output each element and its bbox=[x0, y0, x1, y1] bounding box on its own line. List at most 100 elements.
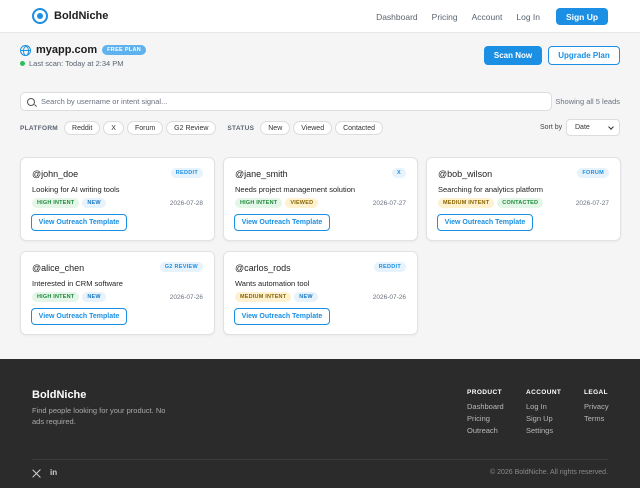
lead-need: Looking for AI writing tools bbox=[32, 185, 120, 194]
lead-username[interactable]: @carlos_rods bbox=[235, 263, 291, 273]
brand-name: BoldNiche bbox=[54, 10, 109, 22]
nav-link-account[interactable]: Account bbox=[472, 12, 503, 22]
scan-now-button[interactable]: Scan Now bbox=[484, 46, 542, 65]
footer-link-signup[interactable]: Sign Up bbox=[526, 414, 561, 423]
lead-date: 2026-07-27 bbox=[575, 200, 609, 207]
lead-count: Showing all 5 leads bbox=[555, 97, 620, 106]
view-outreach-template-button[interactable]: View Outreach Template bbox=[31, 214, 127, 231]
filter-chip-reddit[interactable]: Reddit bbox=[64, 121, 101, 135]
lead-need: Interested in CRM software bbox=[32, 279, 123, 288]
lead-date: 2026-07-28 bbox=[169, 200, 203, 207]
search-box[interactable] bbox=[20, 92, 552, 111]
source-badge: REDDIT bbox=[373, 262, 406, 272]
source-badge: G2 REVIEW bbox=[159, 262, 203, 272]
footer-link-terms[interactable]: Terms bbox=[584, 414, 609, 423]
plan-badge: FREE PLAN bbox=[102, 45, 147, 55]
status-dot-icon bbox=[20, 61, 25, 66]
filter-chip-x[interactable]: X bbox=[103, 121, 124, 135]
filter-chip-viewed[interactable]: Viewed bbox=[293, 121, 333, 135]
logo-icon bbox=[32, 8, 48, 24]
lead-tags: MEDIUM INTENT CONTACTED bbox=[438, 198, 546, 208]
footer-column-title: LEGAL bbox=[584, 389, 609, 396]
footer-link-settings[interactable]: Settings bbox=[526, 426, 561, 435]
sort-value: Date bbox=[575, 124, 590, 131]
source-badge: FORUM bbox=[577, 168, 609, 178]
status-badge: CONTACTED bbox=[497, 198, 544, 208]
lead-tags: MEDIUM INTENT NEW bbox=[235, 292, 321, 302]
intent-badge: HIGH INTENT bbox=[32, 292, 80, 302]
last-scan: Last scan: Today at 2:34 PM bbox=[20, 59, 124, 68]
view-outreach-template-button[interactable]: View Outreach Template bbox=[31, 308, 127, 325]
footer-link-outreach[interactable]: Outreach bbox=[467, 426, 504, 435]
view-outreach-template-button[interactable]: View Outreach Template bbox=[234, 308, 330, 325]
lead-username[interactable]: @jane_smith bbox=[235, 169, 288, 179]
filter-chip-contacted[interactable]: Contacted bbox=[335, 121, 384, 135]
sort-select[interactable]: Date bbox=[566, 119, 620, 136]
footer-column-product: PRODUCT Dashboard Pricing Outreach bbox=[467, 389, 504, 438]
search-icon bbox=[27, 97, 35, 106]
lead-need: Needs project management solution bbox=[235, 185, 356, 194]
status-filter-title: STATUS bbox=[227, 124, 255, 132]
status-badge: NEW bbox=[294, 292, 318, 302]
search-input[interactable] bbox=[41, 97, 521, 106]
footer: BoldNiche Find people looking for your p… bbox=[0, 359, 640, 488]
source-badge: X bbox=[392, 168, 406, 178]
nav-links: Dashboard Pricing Account Log In Sign Up bbox=[362, 8, 608, 25]
chevron-down-icon bbox=[608, 124, 614, 130]
footer-link-dashboard[interactable]: Dashboard bbox=[467, 402, 504, 411]
lead-card: @carlos_rods REDDIT Wants automation too… bbox=[223, 251, 418, 335]
view-outreach-template-button[interactable]: View Outreach Template bbox=[437, 214, 533, 231]
nav-link-dashboard[interactable]: Dashboard bbox=[376, 12, 418, 22]
intent-badge: MEDIUM INTENT bbox=[438, 198, 495, 208]
footer-brand: BoldNiche bbox=[32, 389, 87, 401]
lead-card: @alice_chen G2 REVIEW Interested in CRM … bbox=[20, 251, 215, 335]
lead-card: @bob_wilson FORUM Searching for analytic… bbox=[426, 157, 621, 241]
last-scan-text: Last scan: Today at 2:34 PM bbox=[29, 59, 124, 68]
footer-column-account: ACCOUNT Log In Sign Up Settings bbox=[526, 389, 561, 438]
lead-date: 2026-07-26 bbox=[372, 294, 406, 301]
platform-filter-title: PLATFORM bbox=[20, 124, 59, 132]
status-badge: NEW bbox=[82, 198, 106, 208]
upgrade-plan-button[interactable]: Upgrade Plan bbox=[548, 46, 620, 65]
lead-need: Wants automation tool bbox=[235, 279, 310, 288]
intent-badge: HIGH INTENT bbox=[235, 198, 283, 208]
lead-tags: HIGH INTENT VIEWED bbox=[235, 198, 321, 208]
top-nav: BoldNiche Dashboard Pricing Account Log … bbox=[0, 0, 640, 33]
site-header: myapp.com FREE PLAN bbox=[20, 44, 147, 56]
nav-link-login[interactable]: Log In bbox=[516, 12, 540, 22]
lead-card: @john_doe REDDIT Looking for AI writing … bbox=[20, 157, 215, 241]
linkedin-icon[interactable]: in bbox=[50, 468, 57, 477]
lead-tags: HIGH INTENT NEW bbox=[32, 292, 109, 302]
copyright: © 2026 BoldNiche. All rights reserved. bbox=[490, 469, 608, 476]
sort-label: Sort by bbox=[540, 124, 563, 131]
lead-need: Searching for analytics platform bbox=[438, 185, 544, 194]
lead-username[interactable]: @bob_wilson bbox=[438, 169, 492, 179]
footer-tagline: Find people looking for your product. No… bbox=[32, 406, 166, 426]
view-outreach-template-button[interactable]: View Outreach Template bbox=[234, 214, 330, 231]
lead-username[interactable]: @john_doe bbox=[32, 169, 78, 179]
footer-divider bbox=[32, 459, 608, 460]
filter-chip-forum[interactable]: Forum bbox=[126, 121, 164, 135]
footer-link-login[interactable]: Log In bbox=[526, 402, 561, 411]
footer-column-title: PRODUCT bbox=[467, 389, 502, 396]
intent-badge: MEDIUM INTENT bbox=[235, 292, 292, 302]
lead-date: 2026-07-26 bbox=[169, 294, 203, 301]
filter-bar: PLATFORM Reddit X Forum G2 Review STATUS… bbox=[20, 121, 386, 135]
globe-icon bbox=[20, 44, 31, 56]
source-badge: REDDIT bbox=[170, 168, 203, 178]
status-badge: NEW bbox=[82, 292, 106, 302]
x-icon[interactable] bbox=[32, 469, 41, 478]
footer-link-privacy[interactable]: Privacy bbox=[584, 402, 609, 411]
lead-tags: HIGH INTENT NEW bbox=[32, 198, 109, 208]
lead-date: 2026-07-27 bbox=[372, 200, 406, 207]
brand[interactable]: BoldNiche bbox=[32, 8, 108, 24]
footer-link-pricing[interactable]: Pricing bbox=[467, 414, 504, 423]
filter-chip-g2-review[interactable]: G2 Review bbox=[166, 121, 217, 135]
lead-card: @jane_smith X Needs project management s… bbox=[223, 157, 418, 241]
nav-link-pricing[interactable]: Pricing bbox=[432, 12, 458, 22]
site-name: myapp.com bbox=[36, 44, 98, 56]
signup-button[interactable]: Sign Up bbox=[556, 8, 608, 25]
footer-column-title: ACCOUNT bbox=[526, 389, 562, 396]
filter-chip-new[interactable]: New bbox=[260, 121, 291, 135]
lead-username[interactable]: @alice_chen bbox=[32, 263, 84, 273]
